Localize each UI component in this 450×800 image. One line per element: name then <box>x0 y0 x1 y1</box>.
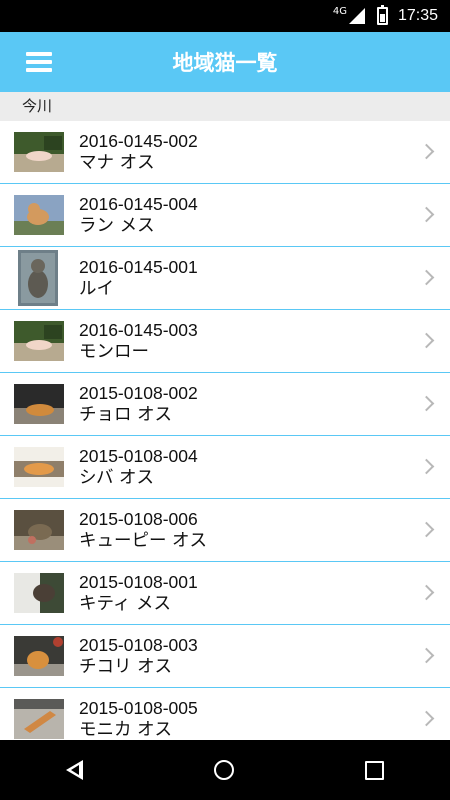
chevron-right-icon <box>418 458 435 475</box>
network-type: 4G <box>332 5 347 17</box>
status-bar: 4G 17:35 <box>0 0 450 32</box>
cat-name: ラン メス <box>79 216 155 236</box>
cat-id: 2015-0108-004 <box>79 446 198 466</box>
signal-icon <box>348 8 365 24</box>
recent-apps-icon[interactable] <box>365 760 385 780</box>
chevron-right-icon <box>418 143 435 160</box>
cat-list-item[interactable]: 2015-0108-001 キティ メス <box>0 562 450 625</box>
chevron-right-icon <box>418 332 435 349</box>
cat-name: チコリ オス <box>79 657 173 677</box>
navigation-bar <box>0 740 450 800</box>
cat-id: 2016-0145-004 <box>79 194 198 214</box>
chevron-right-icon <box>418 584 435 601</box>
cat-list-item[interactable]: 2015-0108-002 チョロ オス <box>0 373 450 436</box>
cat-list-item[interactable]: 2015-0108-004 シバ オス <box>0 436 450 499</box>
status-time: 17:35 <box>397 7 438 24</box>
cat-id: 2015-0108-003 <box>79 635 198 655</box>
home-icon[interactable] <box>213 760 234 780</box>
cat-photo <box>14 321 64 361</box>
cat-photo <box>14 132 64 172</box>
cat-name: チョロ オス <box>79 405 173 425</box>
cat-name: マナ オス <box>79 153 155 173</box>
back-icon[interactable] <box>65 760 83 780</box>
hamburger-menu-icon[interactable] <box>26 52 52 72</box>
cat-name: モニカ オス <box>79 720 173 740</box>
cat-name: シバ オス <box>79 468 155 488</box>
cat-name: キティ メス <box>79 594 172 614</box>
cat-photo <box>14 510 64 550</box>
cat-photo <box>14 699 64 739</box>
cat-list-item[interactable]: 2016-0145-001 ルイ <box>0 247 450 310</box>
cat-id: 2016-0145-002 <box>79 131 198 151</box>
cat-id: 2016-0145-003 <box>79 320 198 340</box>
cat-list-item[interactable]: 2015-0108-006 キューピー オス <box>0 499 450 562</box>
chevron-right-icon <box>418 206 435 223</box>
chevron-right-icon <box>418 395 435 412</box>
cat-id: 2015-0108-005 <box>79 698 198 718</box>
cat-id: 2015-0108-006 <box>79 509 198 529</box>
cat-id: 2016-0145-001 <box>79 257 198 277</box>
app-bar: 地域猫一覧 <box>0 32 450 92</box>
cat-name: モンロー <box>79 342 149 362</box>
cat-list-item[interactable]: 2016-0145-004 ラン メス <box>0 184 450 247</box>
chevron-right-icon <box>418 647 435 664</box>
page-title: 地域猫一覧 <box>172 51 278 75</box>
cat-name: ルイ <box>79 279 114 299</box>
chevron-right-icon <box>418 710 435 727</box>
cat-photo <box>14 384 64 424</box>
cat-photo <box>14 447 64 487</box>
cat-list: 2016-0145-002 マナ オス 2016-0145-004 ラン メス … <box>0 121 450 740</box>
cat-photo <box>14 573 64 613</box>
cat-list-item[interactable]: 2016-0145-002 マナ オス <box>0 121 450 184</box>
cat-photo <box>18 250 58 306</box>
cat-list-item[interactable]: 2016-0145-003 モンロー <box>0 310 450 373</box>
cat-photo <box>14 195 64 235</box>
cat-list-item[interactable]: 2015-0108-005 モニカ オス <box>0 688 450 740</box>
chevron-right-icon <box>418 269 435 286</box>
chevron-right-icon <box>418 521 435 538</box>
cat-id: 2015-0108-001 <box>79 572 198 592</box>
cat-name: キューピー オス <box>79 531 208 551</box>
section-header: 今川 <box>0 92 450 121</box>
battery-icon <box>376 5 388 25</box>
cat-photo <box>14 636 64 676</box>
cat-list-item[interactable]: 2015-0108-003 チコリ オス <box>0 625 450 688</box>
cat-id: 2015-0108-002 <box>79 383 198 403</box>
